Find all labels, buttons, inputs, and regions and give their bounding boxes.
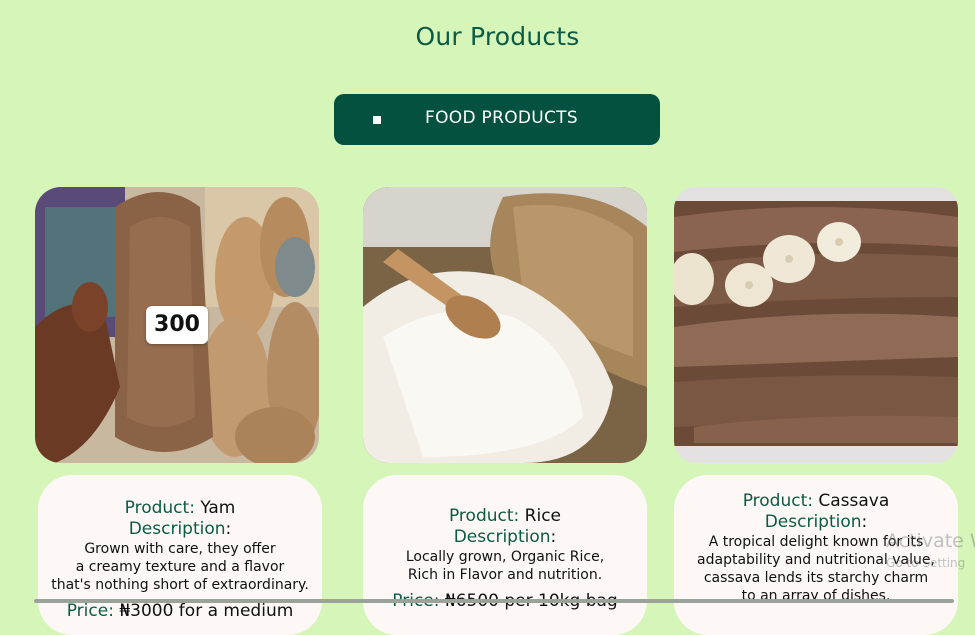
activate-windows-watermark: Activate W — [886, 530, 975, 552]
product-label: Product: — [124, 498, 195, 518]
description-label: Description — [128, 519, 226, 539]
price-row: Price: ₦3000 for a medium — [38, 600, 322, 622]
price-tag: 300 — [146, 306, 208, 344]
description-line: Locally grown, Organic Rice, — [405, 549, 605, 565]
description-label: Description — [453, 527, 551, 547]
product-name: Yam — [194, 498, 236, 518]
cassava-image — [674, 187, 958, 463]
product-label: Product: — [448, 506, 520, 526]
product-card-rice: Product: Rice Description: Locally grown… — [363, 475, 647, 635]
description-colon: : — [550, 527, 557, 547]
horizontal-scrollbar[interactable] — [34, 599, 954, 603]
description-line: a creamy texture and a flavor — [75, 559, 285, 575]
product-card-cassava: Product: Cassava Description: A tropical… — [674, 475, 958, 635]
description-colon: : — [861, 512, 868, 532]
description-label: Description — [764, 512, 862, 532]
product-row: Product: Rice — [363, 506, 647, 527]
food-products-label: FOOD PRODUCTS — [425, 108, 578, 128]
description-line: Grown with care, they offer — [84, 541, 276, 557]
description-row: Description: — [363, 527, 647, 548]
product-name: Rice — [519, 506, 562, 526]
square-bullet-icon — [373, 116, 381, 124]
product-row: Product: Cassava — [674, 491, 958, 512]
product-label: Product: — [742, 491, 813, 511]
price-label: Price: — [66, 601, 114, 621]
price-value: ₦3000 for a medium — [113, 601, 294, 621]
description-colon: : — [225, 519, 232, 539]
product-row: Product: Yam — [38, 498, 322, 519]
product-name: Cassava — [812, 491, 890, 511]
description-line: Rich in Flavor and nutrition. — [407, 567, 603, 583]
description-line: that's nothing short of extraordinary. — [51, 577, 309, 593]
description-line: cassava lends its starchy charm — [703, 570, 929, 586]
description-row: Description: — [38, 519, 322, 540]
page-title: Our Products — [415, 22, 580, 51]
product-card-yam: Product: Yam Description: Grown with car… — [38, 475, 322, 635]
activate-windows-subtitle: Go to Setting — [886, 556, 966, 570]
rice-image — [363, 187, 647, 463]
food-products-button[interactable]: FOOD PRODUCTS — [334, 94, 660, 145]
